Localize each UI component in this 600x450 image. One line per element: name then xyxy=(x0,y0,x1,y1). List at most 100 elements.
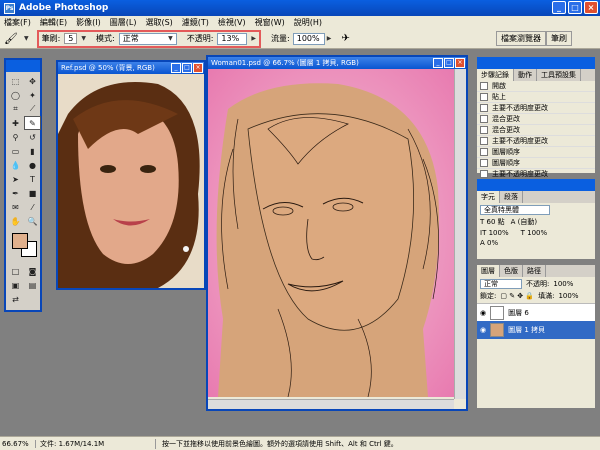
fill-value[interactable]: 100% xyxy=(558,292,578,300)
ref-document-titlebar[interactable]: Ref.psd @ 50% (背景, RGB) _ □ × xyxy=(58,62,204,74)
font-select[interactable]: 全真特黑體 xyxy=(480,205,550,215)
layer-opacity-value[interactable]: 100% xyxy=(553,280,573,288)
menu-layer[interactable]: 圖層(L) xyxy=(110,17,137,28)
move-tool-icon[interactable]: ✥ xyxy=(24,74,41,88)
eyedropper-tool-icon[interactable]: ⁄ xyxy=(24,200,41,214)
character-panel-header[interactable] xyxy=(477,179,595,191)
list-item[interactable]: 圖層順序 xyxy=(477,147,595,158)
menu-window[interactable]: 視窗(W) xyxy=(255,17,285,28)
blend-mode-select[interactable]: 正常 xyxy=(480,279,522,289)
ref-maximize-button[interactable]: □ xyxy=(182,63,192,73)
screen-mode-standard-icon[interactable]: ▣ xyxy=(7,278,24,292)
main-close-button[interactable]: × xyxy=(455,58,465,68)
list-item[interactable]: 開啟 xyxy=(477,81,595,92)
main-vscrollbar[interactable] xyxy=(454,69,466,399)
zoom-level[interactable]: 66.67% xyxy=(0,439,36,448)
tab-history[interactable]: 步驟記錄 xyxy=(477,69,514,81)
marquee-tool-icon[interactable]: ⬚ xyxy=(7,74,24,88)
opacity-slider-button[interactable]: ▶ xyxy=(251,35,256,42)
tab-paragraph[interactable]: 段落 xyxy=(500,191,523,203)
tab-actions[interactable]: 動作 xyxy=(514,69,537,81)
horizontal-scale-field[interactable]: T 100% xyxy=(521,229,548,237)
history-brush-tool-icon[interactable]: ↺ xyxy=(24,130,41,144)
list-item[interactable]: 主要不透明度更改 xyxy=(477,103,595,114)
preset-dropdown-icon[interactable]: ▼ xyxy=(24,35,29,42)
notes-tool-icon[interactable]: ✉ xyxy=(7,200,24,214)
jump-to-imageready-icon[interactable]: ⇄ xyxy=(7,292,24,306)
brush-dropdown-icon[interactable]: ▼ xyxy=(81,35,86,42)
crop-tool-icon[interactable]: ⌗ xyxy=(7,102,24,116)
tab-channels[interactable]: 色版 xyxy=(500,265,523,277)
path-selection-tool-icon[interactable]: ➤ xyxy=(7,172,24,186)
table-row[interactable]: ◉ 圖層 1 拷貝 xyxy=(477,321,595,339)
tab-paths[interactable]: 路徑 xyxy=(523,265,546,277)
app-title: Adobe Photoshop xyxy=(19,3,109,13)
ref-close-button[interactable]: × xyxy=(193,63,203,73)
list-item[interactable]: 主要不透明度更改 xyxy=(477,136,595,147)
tab-file-browser[interactable]: 檔案瀏覽器 xyxy=(496,31,546,46)
history-panel-header[interactable] xyxy=(477,57,595,69)
tab-character[interactable]: 字元 xyxy=(477,191,500,203)
brush-tool-preset-icon[interactable]: 🖌 xyxy=(4,32,18,45)
eye-icon[interactable]: ◉ xyxy=(480,309,486,317)
main-minimize-button[interactable]: _ xyxy=(433,58,443,68)
tab-brushes[interactable]: 筆刷 xyxy=(546,31,572,46)
menu-file[interactable]: 檔案(F) xyxy=(4,17,31,28)
maximize-button[interactable]: □ xyxy=(568,1,582,14)
eraser-tool-icon[interactable]: ▭ xyxy=(7,144,24,158)
main-maximize-button[interactable]: □ xyxy=(444,58,454,68)
menu-view[interactable]: 檢視(V) xyxy=(218,17,246,28)
opacity-input[interactable]: 13% xyxy=(217,32,248,45)
menu-help[interactable]: 說明(H) xyxy=(294,17,322,28)
menu-filter[interactable]: 濾鏡(T) xyxy=(182,17,209,28)
painting-canvas[interactable] xyxy=(208,69,454,397)
tab-layers[interactable]: 圖層 xyxy=(477,265,500,277)
lock-icons[interactable]: ▢ ✎ ✥ 🔒 xyxy=(500,292,534,300)
list-item[interactable]: 貼上 xyxy=(477,92,595,103)
toolbox-header[interactable] xyxy=(6,60,40,72)
leading-field[interactable]: A (自動) xyxy=(511,217,537,227)
close-button[interactable]: × xyxy=(584,1,598,14)
blur-tool-icon[interactable]: 💧 xyxy=(7,158,24,172)
list-item[interactable]: 圖層順序 xyxy=(477,158,595,169)
type-tool-icon[interactable]: T xyxy=(24,172,41,186)
healing-brush-tool-icon[interactable]: ✚ xyxy=(7,116,24,130)
shape-tool-icon[interactable]: ■ xyxy=(24,186,41,200)
airbrush-icon[interactable]: ✈ xyxy=(341,33,349,44)
gradient-tool-icon[interactable]: ▮ xyxy=(24,144,41,158)
menu-image[interactable]: 影像(I) xyxy=(76,17,101,28)
lasso-tool-icon[interactable]: ◯ xyxy=(7,88,24,102)
pen-tool-icon[interactable]: ✒ xyxy=(7,186,24,200)
list-item[interactable]: 混合更改 xyxy=(477,125,595,136)
slice-tool-icon[interactable]: ⟋ xyxy=(24,102,41,116)
menu-edit[interactable]: 編輯(E) xyxy=(40,17,67,28)
magic-wand-tool-icon[interactable]: ✦ xyxy=(24,88,41,102)
clone-stamp-tool-icon[interactable]: ⚲ xyxy=(7,130,24,144)
foreground-color-swatch[interactable] xyxy=(12,233,28,249)
flow-slider-button[interactable]: ▶ xyxy=(327,35,332,42)
standard-mode-icon[interactable]: □ xyxy=(7,264,24,278)
main-hscrollbar[interactable] xyxy=(208,399,454,409)
reference-photo[interactable] xyxy=(58,74,204,288)
brush-size[interactable]: 5 xyxy=(64,33,78,44)
font-size-field[interactable]: T 60 點 xyxy=(480,217,505,227)
ref-minimize-button[interactable]: _ xyxy=(171,63,181,73)
table-row[interactable]: ◉ 圖層 6 xyxy=(477,303,595,321)
document-size[interactable]: 文件: 1.67M/14.1M xyxy=(36,438,156,449)
main-document-titlebar[interactable]: Woman01.psd @ 66.7% (圖層 1 拷貝, RGB) _ □ × xyxy=(208,57,466,69)
tracking-field[interactable]: A 0% xyxy=(480,239,592,247)
hand-tool-icon[interactable]: ✋ xyxy=(7,214,24,228)
mode-select[interactable]: 正常 ▼ xyxy=(118,32,177,45)
quick-mask-mode-icon[interactable]: ◙ xyxy=(24,264,41,278)
flow-input[interactable]: 100% xyxy=(292,32,325,45)
dodge-tool-icon[interactable]: ● xyxy=(24,158,41,172)
minimize-button[interactable]: _ xyxy=(552,1,566,14)
brush-tool-icon[interactable]: ✎ xyxy=(24,116,41,130)
zoom-tool-icon[interactable]: 🔍 xyxy=(24,214,41,228)
vertical-scale-field[interactable]: IT 100% xyxy=(480,229,509,237)
screen-mode-full-icon[interactable]: ▤ xyxy=(24,278,41,292)
list-item[interactable]: 混合更改 xyxy=(477,114,595,125)
tab-tool-presets[interactable]: 工具預設集 xyxy=(537,69,581,81)
menu-select[interactable]: 選取(S) xyxy=(145,17,172,28)
eye-icon[interactable]: ◉ xyxy=(480,326,486,334)
